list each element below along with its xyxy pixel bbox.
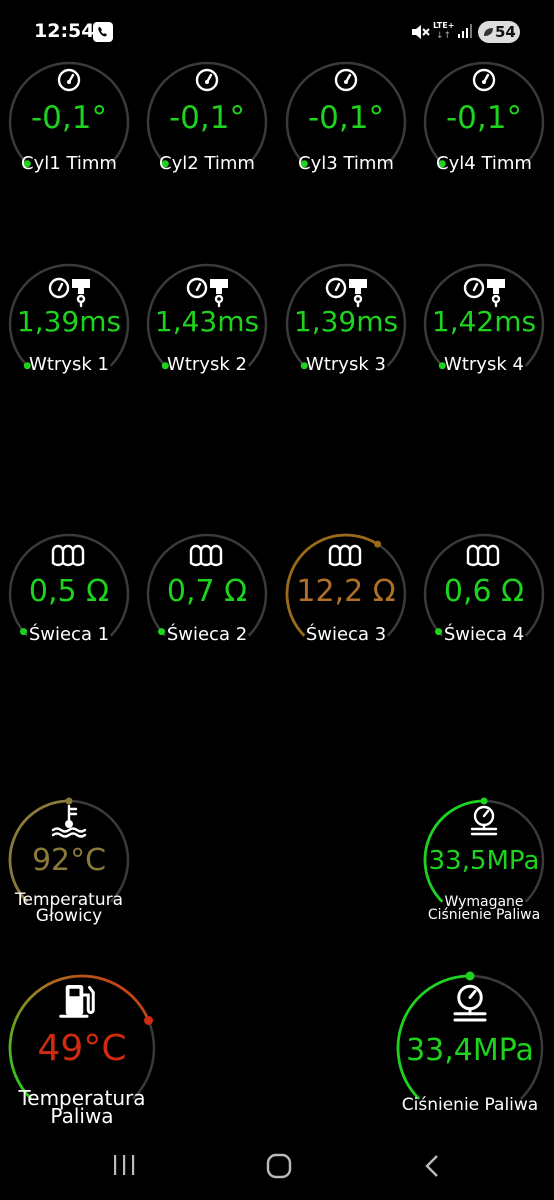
battery-level: 54 xyxy=(495,23,516,41)
navigation-bar xyxy=(0,1130,554,1200)
gauge-cyl2[interactable]: -0,1° Cyl2 Timm xyxy=(133,55,281,203)
gauge-marker xyxy=(65,797,73,805)
gauge-value: 1,39ms xyxy=(293,305,399,338)
gauge-icon xyxy=(472,68,496,92)
gauge-label: Cyl4 Timm xyxy=(436,153,532,174)
gauge-icon xyxy=(57,68,81,92)
gauge-label: Wtrysk 4 xyxy=(444,354,524,375)
gauge-label: Paliwa xyxy=(50,1104,114,1129)
gauge-label: Świeca 4 xyxy=(443,624,525,645)
gauge-label: Głowicy xyxy=(35,905,103,926)
gauge-label: Cyl3 Timm xyxy=(298,153,394,174)
gauge-value: -0,1° xyxy=(31,100,107,136)
back-icon[interactable] xyxy=(424,1154,440,1178)
gauge-value: 1,39ms xyxy=(16,305,122,338)
gauge-label: Świeca 1 xyxy=(28,624,110,645)
gauge-marker xyxy=(480,797,488,805)
data-arrows-icon: ↓↑ xyxy=(436,31,452,41)
coolant-temp-icon xyxy=(51,804,87,838)
gauge-value: 92°C xyxy=(31,843,107,878)
gauge-glow3[interactable]: 12,2 Ω Świeca 3 xyxy=(272,527,420,675)
glow-plug-icon xyxy=(466,544,500,567)
mute-icon xyxy=(412,25,430,39)
glow-plug-icon xyxy=(189,544,223,567)
gauge-label: Świeca 3 xyxy=(305,624,387,645)
charging-leaf-icon xyxy=(484,28,493,36)
gauge-label: Świeca 2 xyxy=(166,624,248,645)
gauge-head_temp[interactable]: 92°C Temperatura Głowicy xyxy=(0,793,143,941)
gauge-value: 1,43ms xyxy=(154,305,260,338)
gauge-fuel_pressure[interactable]: 33,4MPa Ciśnienie Paliwa xyxy=(383,968,554,1142)
injector-icon xyxy=(463,277,505,308)
recent-apps-icon[interactable] xyxy=(112,1154,136,1176)
gauge-fuel_temp[interactable]: 49°C Temperatura Paliwa xyxy=(0,968,169,1142)
gauge-value: 12,2 Ω xyxy=(296,574,396,609)
gauge-label: Wtrysk 2 xyxy=(167,354,247,375)
gauge-label: Wtrysk 1 xyxy=(29,354,109,375)
pressure-gauge-icon xyxy=(470,805,498,836)
gauge-value: 0,7 Ω xyxy=(166,574,248,609)
gauge-label: Ciśnienie Paliwa xyxy=(401,1095,539,1115)
gauge-value: 1,42ms xyxy=(431,305,537,338)
gauge-marker xyxy=(465,971,475,981)
gauge-inj1[interactable]: 1,39ms Wtrysk 1 xyxy=(0,257,143,405)
gauge-glow1[interactable]: 0,5 Ω Świeca 1 xyxy=(0,527,143,675)
clock: 12:54 xyxy=(34,20,95,42)
gauge-value: 33,4MPa xyxy=(406,1033,534,1068)
whatsapp-icon xyxy=(93,22,113,42)
network-type: LTE+ xyxy=(433,21,455,30)
gauge-icon xyxy=(334,68,358,92)
gauge-value: -0,1° xyxy=(169,100,245,136)
gauge-cyl3[interactable]: -0,1° Cyl3 Timm xyxy=(272,55,420,203)
battery-icon: 54 xyxy=(478,21,520,43)
injector-icon xyxy=(186,277,228,308)
gauge-value: 0,5 Ω xyxy=(28,574,110,609)
injector-icon xyxy=(48,277,90,308)
gauge-marker xyxy=(144,1015,154,1025)
status-bar: 12:54 LTE+ ↓↑ 54 xyxy=(0,0,554,60)
gauge-label: Ciśnienie Paliwa xyxy=(427,906,541,923)
glow-plug-icon xyxy=(328,544,362,567)
gauge-value: -0,1° xyxy=(308,100,384,136)
gauge-inj2[interactable]: 1,43ms Wtrysk 2 xyxy=(133,257,281,405)
signal-icon xyxy=(458,24,472,38)
gauge-label: Cyl2 Timm xyxy=(159,153,255,174)
gauge-glow4[interactable]: 0,6 Ω Świeca 4 xyxy=(410,527,554,675)
gauge-cyl1[interactable]: -0,1° Cyl1 Timm xyxy=(0,55,143,203)
home-icon[interactable] xyxy=(266,1153,292,1179)
gauge-label: Wtrysk 3 xyxy=(306,354,386,375)
gauge-inj4[interactable]: 1,42ms Wtrysk 4 xyxy=(410,257,554,405)
gauge-cyl4[interactable]: -0,1° Cyl4 Timm xyxy=(410,55,554,203)
gauge-marker xyxy=(374,540,382,548)
injector-icon xyxy=(325,277,367,308)
gauge-icon xyxy=(195,68,219,92)
pressure-gauge-icon xyxy=(453,984,487,1022)
glow-plug-icon xyxy=(51,544,85,567)
gauge-label: Cyl1 Timm xyxy=(21,153,117,174)
gauge-value: 33,5MPa xyxy=(428,846,540,876)
gauge-value: 49°C xyxy=(37,1028,127,1069)
fuel-temp-icon xyxy=(59,985,95,1018)
gauge-value: -0,1° xyxy=(446,100,522,136)
gauge-inj3[interactable]: 1,39ms Wtrysk 3 xyxy=(272,257,420,405)
gauge-req_pressure[interactable]: 33,5MPa Wymagane Ciśnienie Paliwa xyxy=(410,793,554,941)
gauge-glow2[interactable]: 0,7 Ω Świeca 2 xyxy=(133,527,281,675)
gauge-value: 0,6 Ω xyxy=(443,574,525,609)
